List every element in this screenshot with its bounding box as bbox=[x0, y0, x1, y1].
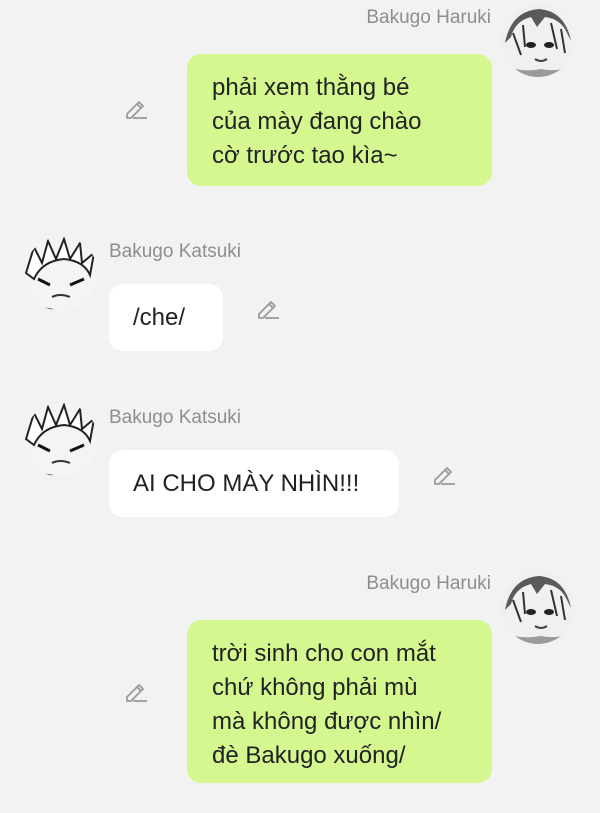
sender-name: Bakugo Haruki bbox=[366, 573, 491, 594]
avatar[interactable] bbox=[501, 570, 575, 644]
sender-name: Bakugo Katsuki bbox=[109, 407, 242, 428]
message-bubble[interactable]: phải xem thằng bé của mày đang chào cờ t… bbox=[187, 54, 492, 186]
avatar[interactable] bbox=[24, 237, 98, 311]
message-bubble[interactable]: AI CHO MÀY NHÌN!!! bbox=[109, 450, 399, 517]
avatar[interactable] bbox=[501, 3, 575, 77]
pencil-edit-icon[interactable] bbox=[431, 462, 457, 488]
message-bubble[interactable]: /che/ bbox=[109, 284, 223, 351]
sender-name: Bakugo Haruki bbox=[366, 7, 491, 28]
pencil-edit-icon[interactable] bbox=[123, 679, 149, 705]
avatar[interactable] bbox=[24, 403, 98, 477]
pencil-edit-icon[interactable] bbox=[123, 96, 149, 122]
sender-name: Bakugo Katsuki bbox=[109, 241, 242, 262]
message-bubble[interactable]: trời sinh cho con mắt chứ không phải mù … bbox=[187, 620, 492, 783]
pencil-edit-icon[interactable] bbox=[255, 296, 281, 322]
